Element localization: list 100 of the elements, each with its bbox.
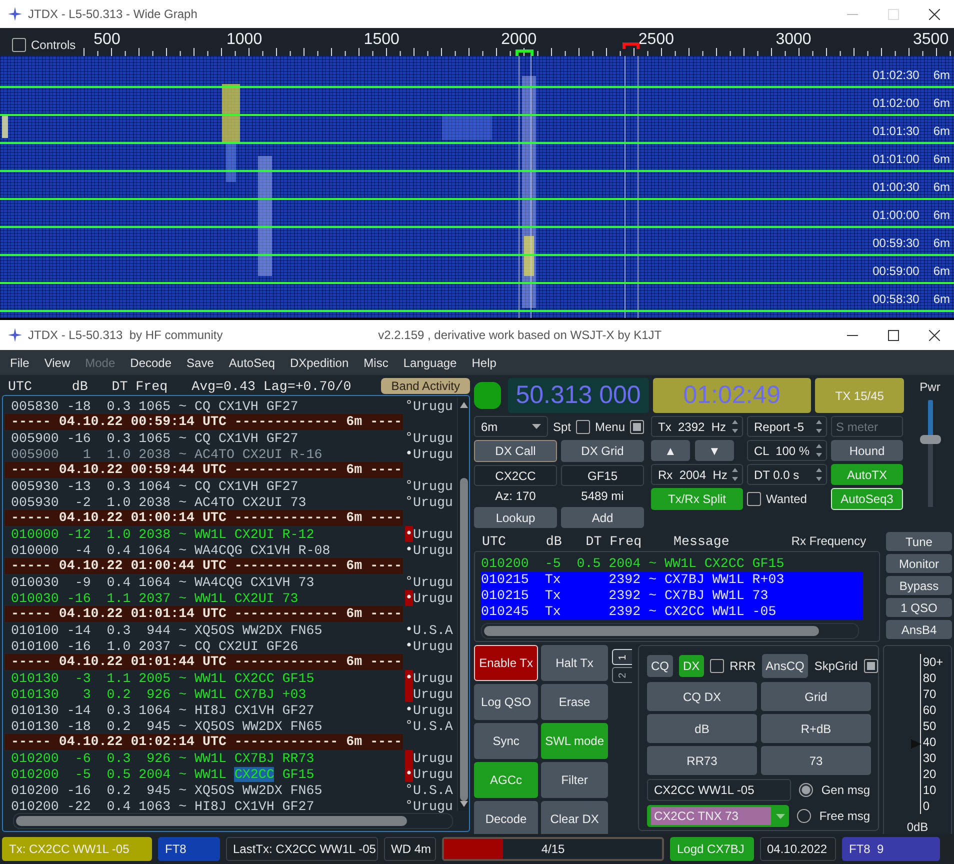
message-tab[interactable]: 2 (612, 667, 632, 683)
dx-grid-field[interactable]: GF15 (561, 465, 644, 486)
decode-line[interactable]: 010130 3 0.2 926 ~ WW1L CX7BJ +03 (5, 686, 403, 702)
timing-stats: Avg=0.43 Lag=+0.70/0 (192, 378, 352, 394)
menu-item[interactable]: File (10, 356, 30, 370)
decode-line[interactable]: 005900 1 1.0 2038 ~ AC4TO CX2UI R-16 (5, 446, 403, 462)
side-button[interactable]: 1 QSO (886, 598, 952, 617)
message-button[interactable]: CQ DX (647, 682, 757, 711)
menu-item[interactable]: Misc (364, 356, 388, 370)
band-activity-button[interactable]: Band Activity (381, 378, 470, 394)
checkbox[interactable] (864, 659, 878, 673)
decode-line[interactable]: 010200 -22 0.4 1063 ~ HI8J CX1VH GF27 (5, 798, 403, 814)
spin-arrows-icon[interactable] (814, 418, 824, 435)
decode-line[interactable]: 010130 -14 0.3 1064 ~ HI8J CX1VH GF27 (5, 702, 403, 718)
close-icon[interactable] (929, 8, 940, 20)
message-button[interactable]: RR73 (647, 746, 757, 775)
control-button[interactable]: Sync (474, 723, 538, 759)
control-button[interactable]: Erase (541, 684, 608, 720)
decode-line[interactable]: 010030 -9 0.4 1064 ~ WA4CQG CX1VH 73 (5, 574, 403, 590)
decode-line[interactable]: 010200 -16 0.2 945 ~ XQ5OS WW2DX FN65 (5, 782, 403, 798)
checkbox[interactable] (710, 659, 724, 673)
tx-frequency-spinbox[interactable]: Tx 2392 Hz (651, 416, 743, 437)
decode-line[interactable]: 010000 -12 1.0 2038 ~ WW1L CX2UI R-12 (5, 526, 403, 542)
radio-button[interactable] (797, 809, 812, 823)
message-button[interactable]: R+dB (761, 714, 871, 743)
report-spinbox[interactable]: Report -5 (747, 416, 827, 437)
decode-line[interactable]: 005900 -16 0.3 1065 ~ CQ CX1VH GF27 (5, 430, 403, 446)
decode-line[interactable]: 010130 -18 0.2 945 ~ XQ5OS WW2DX FN65 (5, 718, 403, 734)
checkbox[interactable] (630, 420, 644, 434)
scrollbar[interactable] (457, 398, 469, 811)
decode-line[interactable]: 010200 -6 0.3 926 ~ WW1L CX7BJ RR73 (5, 750, 403, 766)
dt-spinbox[interactable]: DT 0.0 s (747, 464, 827, 485)
message-line[interactable]: 010200 -5 0.5 2004 ~ WW1L CX2CC GF15 (481, 556, 863, 572)
dx-grid-button[interactable]: DX Grid (561, 440, 644, 462)
checkbox[interactable] (747, 492, 761, 506)
band-dropdown[interactable]: 6m (474, 416, 548, 437)
dx-call-button[interactable]: DX Call (474, 440, 557, 462)
checkbox[interactable] (576, 420, 590, 434)
decode-line[interactable]: 010100 -14 0.3 944 ~ XQ5OS WW2DX FN65 (5, 622, 403, 638)
decode-line[interactable]: 010130 -3 1.1 2005 ~ WW1L CX2CC GF15 (5, 670, 403, 686)
control-button[interactable]: Filter (541, 762, 608, 798)
country-text: Urugu (413, 638, 453, 654)
pane-title: Rx Frequency (791, 534, 866, 548)
menu-item[interactable]: View (44, 356, 70, 370)
message-button[interactable]: dB (647, 714, 757, 743)
control-button[interactable]: Halt Tx (541, 645, 608, 681)
dx-call-field[interactable]: CX2CC (474, 465, 557, 486)
down-button[interactable]: ▼ (695, 440, 734, 461)
control-button[interactable]: Clear DX (541, 801, 608, 837)
menu-item[interactable]: Save (186, 356, 214, 370)
spin-arrows-icon[interactable] (730, 418, 740, 435)
message-button[interactable]: Grid (761, 682, 871, 711)
scrollbar[interactable] (13, 813, 453, 829)
message-tab[interactable]: 1 (612, 649, 632, 665)
hound-button[interactable]: Hound (831, 440, 903, 461)
control-button[interactable]: Decode (474, 801, 538, 837)
side-button[interactable]: Bypass (886, 576, 952, 595)
cq-button[interactable]: CQ (647, 655, 673, 677)
menu-item[interactable]: Language (403, 356, 457, 370)
control-button[interactable]: Log QSO (474, 684, 538, 720)
close-icon[interactable] (929, 330, 940, 340)
radio-button[interactable] (799, 783, 814, 797)
spin-arrows-icon[interactable] (814, 442, 824, 459)
scroll-up-icon[interactable] (460, 402, 468, 408)
up-button[interactable]: ▲ (651, 440, 690, 461)
scrollbar[interactable] (481, 623, 859, 639)
rx-frequency-spinbox[interactable]: Rx 2004 Hz (651, 464, 743, 485)
slider-thumb[interactable] (920, 435, 940, 444)
decode-line[interactable]: 010200 -5 0.5 2004 ~ WW1L CX2CC GF15 (5, 766, 403, 782)
ans-cq-button[interactable]: AnsCQ (762, 654, 808, 678)
menu-item[interactable]: DXpedition (290, 356, 349, 370)
message-dropdown[interactable]: CX2CC TNX 73 (647, 805, 790, 827)
country-text: Urugu (413, 590, 453, 606)
spin-arrows-icon[interactable] (814, 466, 824, 483)
maximize-icon[interactable] (888, 330, 899, 340)
decode-line[interactable]: 010000 -4 0.4 1064 ~ WA4CQG CX1VH R-08 (5, 542, 403, 558)
menu-item[interactable]: Help (472, 356, 496, 370)
lookup-button[interactable]: Lookup (474, 507, 557, 528)
decode-line[interactable]: 005930 -13 0.3 1064 ~ CQ CX1VH GF27 (5, 478, 403, 494)
cl-spinbox[interactable]: CL 100 % (747, 440, 827, 461)
side-button[interactable]: Tune (886, 532, 952, 551)
message-button[interactable]: 73 (761, 746, 871, 775)
status-field: 04.10.2022 (760, 837, 836, 861)
control-button[interactable]: Enable Tx (474, 645, 538, 681)
decode-line[interactable]: 005930 -2 1.0 2038 ~ AC4TO CX2UI 73 (5, 494, 403, 510)
decode-line[interactable]: 010100 -16 1.0 2037 ~ CQ CX2UI GF26 (5, 638, 403, 654)
side-button[interactable]: AnsB4 (886, 620, 952, 639)
checkbox[interactable] (12, 38, 26, 52)
side-button[interactable]: Monitor (886, 554, 952, 573)
message-field[interactable]: CX2CC WW1L -05 (647, 779, 792, 801)
add-button[interactable]: Add (561, 507, 644, 528)
spin-arrows-icon[interactable] (730, 466, 740, 483)
menu-item[interactable]: Decode (130, 356, 172, 370)
frequency-label: 500 (94, 31, 120, 48)
scale-label: 0 (920, 798, 944, 814)
band-label: 6m (933, 152, 950, 166)
caret-icon[interactable] (532, 424, 541, 429)
decode-line[interactable]: 010030 -16 1.1 2037 ~ WW1L CX2UI 73 (5, 590, 403, 606)
decode-line[interactable]: 005830 -18 0.3 1065 ~ CQ CX1VH GF27 (5, 398, 403, 414)
menu-item[interactable]: AutoSeq (228, 356, 275, 370)
